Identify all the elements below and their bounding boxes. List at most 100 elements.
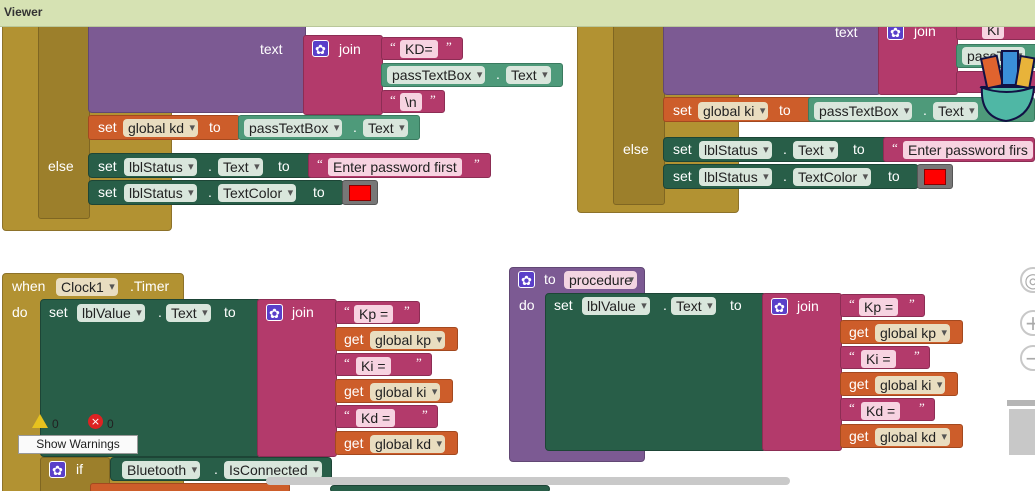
blocks-workspace[interactable]: text ✿ join “ KD= ” passTextBox . Text “… bbox=[0, 27, 1035, 491]
property-dropdown[interactable]: TextColor bbox=[218, 184, 297, 202]
string-value[interactable]: KD= bbox=[400, 40, 438, 58]
get-label: get bbox=[849, 376, 869, 392]
component-dropdown[interactable]: passTextBox bbox=[244, 119, 343, 137]
variable-dropdown[interactable]: global kd bbox=[370, 435, 446, 453]
set-label: set bbox=[673, 168, 692, 184]
quote-icon: “ bbox=[344, 407, 350, 422]
variable-dropdown[interactable]: global ki bbox=[875, 376, 946, 394]
quote-icon: “ bbox=[317, 156, 323, 171]
to-label: to bbox=[888, 168, 900, 184]
component-dropdown[interactable]: Bluetooth bbox=[122, 461, 201, 479]
set-lblvalue-block[interactable] bbox=[545, 293, 767, 451]
trash-icon[interactable] bbox=[1007, 400, 1035, 456]
join-label: join bbox=[914, 27, 936, 39]
variable-dropdown[interactable]: global ki bbox=[698, 102, 769, 120]
property-dropdown[interactable]: Text bbox=[218, 158, 263, 176]
variable-dropdown[interactable]: global kp bbox=[875, 324, 951, 342]
quote-icon: “ bbox=[390, 92, 396, 107]
variable-dropdown[interactable]: global kd bbox=[875, 428, 951, 446]
quote-icon: “ bbox=[892, 140, 898, 155]
gear-icon[interactable]: ✿ bbox=[49, 461, 66, 478]
clock-component-dropdown[interactable]: Clock1 bbox=[56, 278, 118, 296]
property-dropdown[interactable]: Text bbox=[166, 304, 211, 322]
property-dropdown[interactable]: TextColor bbox=[793, 168, 872, 186]
component-dropdown[interactable]: lblStatus bbox=[124, 184, 197, 202]
dot-label: . bbox=[663, 297, 667, 313]
join-block-procedure[interactable] bbox=[762, 293, 842, 451]
zoom-out-button[interactable]: − bbox=[1020, 345, 1035, 371]
component-dropdown[interactable]: passTextBox bbox=[387, 66, 486, 84]
dot-label: . bbox=[208, 158, 212, 174]
component-dropdown[interactable]: lblStatus bbox=[699, 168, 772, 186]
quote-icon: “ bbox=[849, 348, 855, 363]
quote-icon: “ bbox=[849, 400, 855, 415]
error-icon[interactable]: × bbox=[88, 414, 103, 429]
dot-label: . bbox=[208, 184, 212, 200]
string-value[interactable]: Enter password first bbox=[328, 158, 462, 176]
set-label: set bbox=[673, 141, 692, 157]
set-text-block-left[interactable] bbox=[88, 27, 306, 113]
component-dropdown[interactable]: lblStatus bbox=[124, 158, 197, 176]
string-value[interactable]: Kp = bbox=[859, 298, 899, 316]
string-value[interactable]: Kd = bbox=[356, 409, 396, 427]
property-dropdown[interactable]: Text bbox=[671, 297, 716, 315]
gear-icon[interactable]: ✿ bbox=[518, 271, 535, 288]
quote-icon: ” bbox=[422, 407, 428, 422]
to-label: to bbox=[313, 184, 325, 200]
to-label: to bbox=[209, 119, 221, 135]
component-dropdown[interactable]: lblValue bbox=[77, 304, 145, 322]
string-value[interactable]: Ki = bbox=[356, 357, 391, 375]
component-dropdown[interactable]: lblValue bbox=[582, 297, 650, 315]
property-dropdown[interactable]: Text bbox=[793, 141, 838, 159]
string-value[interactable]: Kp = bbox=[354, 305, 394, 323]
string-value[interactable]: Ki bbox=[982, 27, 1005, 39]
warning-icon[interactable] bbox=[32, 414, 48, 428]
string-value[interactable]: \n bbox=[400, 93, 422, 111]
variable-dropdown[interactable]: global kp bbox=[370, 331, 446, 349]
text-label: text bbox=[260, 41, 283, 57]
if-else-inner-left bbox=[38, 27, 90, 219]
get-label: get bbox=[344, 383, 364, 399]
recenter-icon[interactable]: ◎ bbox=[1020, 267, 1035, 293]
red-color-swatch[interactable] bbox=[924, 169, 946, 185]
procedure-name-field[interactable]: procedure bbox=[564, 271, 638, 289]
string-value[interactable]: Ki = bbox=[861, 350, 896, 368]
do-label: do bbox=[519, 297, 535, 313]
property-dropdown[interactable]: Text bbox=[363, 119, 408, 137]
gear-icon[interactable]: ✿ bbox=[266, 304, 283, 321]
variable-dropdown[interactable]: global kd bbox=[123, 119, 199, 137]
property-dropdown[interactable]: Text bbox=[933, 102, 978, 120]
gear-icon[interactable]: ✿ bbox=[312, 40, 329, 57]
horizontal-scrollbar[interactable] bbox=[266, 477, 790, 485]
quote-icon: “ bbox=[344, 303, 350, 318]
gear-icon[interactable]: ✿ bbox=[771, 298, 788, 315]
variable-dropdown[interactable]: global ki bbox=[370, 383, 441, 401]
set-label: set bbox=[98, 184, 117, 200]
do-label: do bbox=[12, 304, 28, 320]
if-else-inner-right bbox=[613, 27, 665, 205]
dot-label: . bbox=[783, 168, 787, 184]
property-dropdown[interactable]: Text bbox=[506, 66, 551, 84]
quote-icon: ” bbox=[430, 92, 436, 107]
join-label: join bbox=[797, 298, 819, 314]
join-block-clock[interactable] bbox=[257, 299, 337, 457]
quote-icon: “ bbox=[344, 355, 350, 370]
join-label: join bbox=[292, 304, 314, 320]
partial-block bbox=[90, 483, 290, 491]
component-dropdown[interactable]: passTextBox bbox=[814, 102, 913, 120]
string-value[interactable]: Kd = bbox=[861, 402, 901, 420]
quote-icon: ” bbox=[416, 355, 422, 370]
else-label: else bbox=[48, 158, 74, 174]
backpack-icon[interactable] bbox=[978, 47, 1035, 127]
to-label: to bbox=[544, 271, 556, 287]
error-count: 0 bbox=[107, 417, 114, 431]
zoom-in-button[interactable]: + bbox=[1020, 310, 1035, 336]
quote-icon: ” bbox=[919, 400, 925, 415]
string-value[interactable]: Enter password firs bbox=[903, 141, 1033, 159]
component-dropdown[interactable]: lblStatus bbox=[699, 141, 772, 159]
red-color-swatch[interactable] bbox=[349, 185, 371, 201]
gear-icon[interactable]: ✿ bbox=[887, 27, 904, 40]
event-label: .Timer bbox=[130, 278, 170, 294]
show-warnings-button[interactable]: Show Warnings bbox=[18, 435, 138, 454]
set-lblvalue-block[interactable] bbox=[40, 299, 262, 457]
